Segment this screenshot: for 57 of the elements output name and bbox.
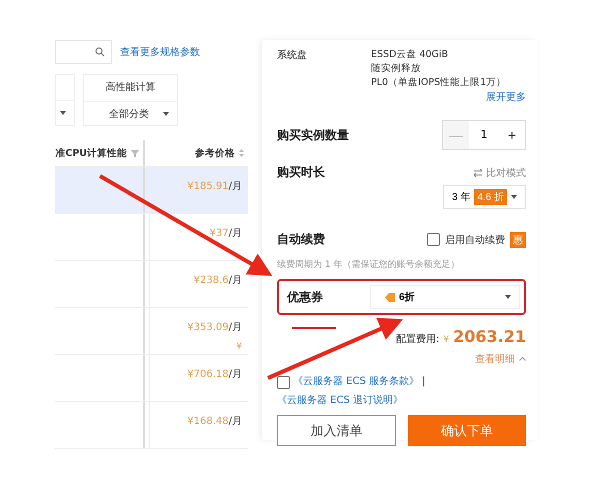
filter-title: 高性能计算 [84, 75, 177, 102]
separator-text: | [422, 375, 426, 389]
annotation-line [292, 327, 336, 329]
checkbox[interactable] [277, 376, 290, 388]
price-text: ¥238.6/月 [194, 274, 242, 287]
cost-label: 配置费用: [396, 332, 440, 346]
chevron-up-icon [519, 357, 526, 361]
field-label: 优惠券 [287, 288, 323, 306]
auto-renew-checkbox[interactable]: 启用自动续费 惠 [427, 232, 526, 248]
table-row[interactable]: ¥185.91/月 [55, 167, 248, 214]
column-header: 准CPU计算性能 [55, 140, 143, 166]
caret-icon [163, 112, 169, 116]
search-field[interactable] [55, 40, 112, 64]
caret-icon [60, 110, 66, 115]
sort-icon [239, 149, 244, 157]
duration-dropdown[interactable]: 3 年 4.6 折 [442, 185, 526, 209]
price-text: ¥706.18/月 [187, 368, 242, 381]
table-row[interactable]: ¥238.6/月 [55, 261, 248, 308]
column-header[interactable]: 参考价格 [149, 140, 248, 166]
filter-card[interactable] [55, 74, 75, 126]
field-label: 自动续费 [277, 231, 325, 248]
tag-icon [385, 292, 395, 302]
quantity-value: 1 [480, 127, 488, 143]
renewal-note: 续费周期为 1 年（需保证您的账号余额充足） [277, 258, 460, 271]
discount-badge: 4.6 折 [474, 189, 507, 205]
price-text: ¥185.91/月 [187, 180, 242, 193]
terms-link[interactable]: 《云服务器 ECS 退订说明》 [277, 393, 404, 409]
swap-icon [473, 168, 483, 176]
table-row[interactable]: ¥706.18/月 [55, 355, 248, 402]
table-row[interactable]: ¥353.09/月 ¥ [55, 308, 248, 355]
price-text: ¥353.09/月 [187, 321, 242, 334]
cost-amount: 2063.21 [453, 327, 526, 346]
caret-icon [511, 195, 517, 199]
field-label: 购买时长 [277, 164, 325, 181]
field-label: 购买实例数量 [277, 126, 349, 144]
disk-spec-text: ESSD云盘 40GiB [371, 48, 450, 62]
spec-link[interactable]: 查看更多规格参数 [120, 45, 200, 59]
disk-spec-text: PL0（单盘IOPS性能上限1万） [371, 76, 508, 90]
price-text: ¥168.48/月 [187, 415, 242, 428]
disk-spec-text: 随实例释放 [371, 62, 422, 76]
coupon-dropdown[interactable]: 6折 [370, 285, 520, 309]
filter-card[interactable]: 高性能计算 全部分类 [83, 74, 178, 126]
checkbox[interactable] [427, 233, 440, 246]
search-icon [95, 47, 105, 57]
add-button[interactable]: 加入清单 [277, 415, 396, 446]
price-text: ¥37/月 [210, 227, 242, 240]
filter-icon[interactable] [131, 150, 139, 156]
field-label: 系统盘 [277, 48, 307, 62]
expand-link[interactable]: 展开更多 [486, 90, 526, 104]
table-row[interactable]: ¥168.48/月 [55, 402, 248, 449]
terms-link[interactable]: 《云服务器 ECS 服务条款》 [293, 374, 420, 390]
compare-mode-link[interactable]: 比对模式 [473, 166, 526, 180]
caret-icon [505, 295, 511, 299]
promo-badge: 惠 [510, 232, 526, 248]
filter-value: 全部分类 [109, 108, 149, 120]
currency-symbol: ¥ [443, 335, 450, 345]
price-note: ¥ [236, 342, 242, 352]
